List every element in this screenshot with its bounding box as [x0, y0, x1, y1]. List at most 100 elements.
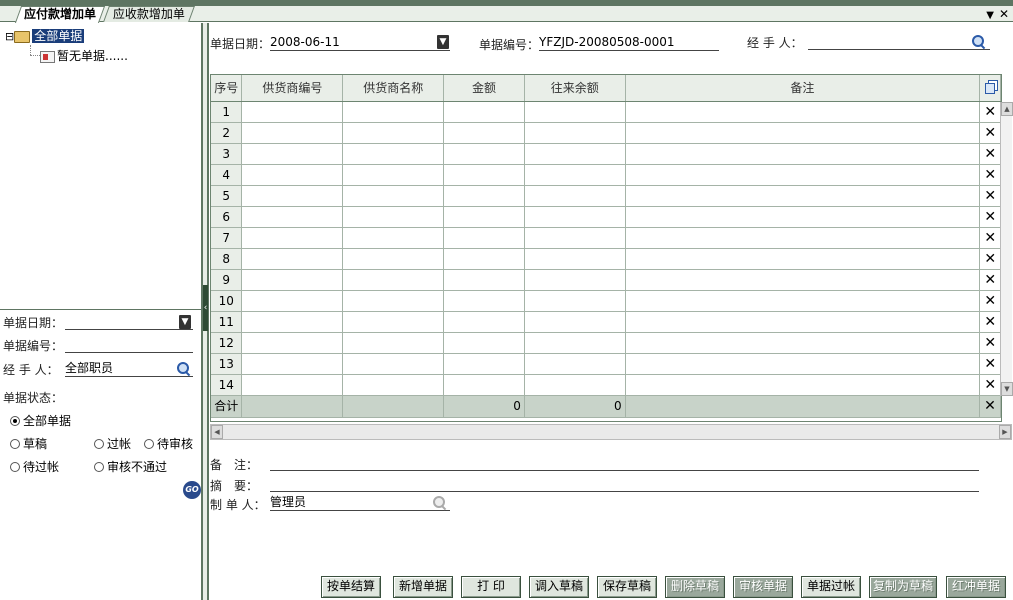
table-row[interactable]: 13 ✕ — [211, 353, 1001, 375]
action-button-8[interactable]: 复制为草稿 — [869, 576, 937, 598]
vertical-scrollbar[interactable]: ▲ ▼ — [1000, 102, 1013, 396]
action-button-3[interactable]: 调入草稿 — [529, 576, 589, 598]
cell-supplier-code[interactable] — [241, 269, 344, 291]
cell-supplier-name[interactable] — [342, 101, 445, 123]
cell-remark[interactable] — [625, 353, 981, 375]
col-supplier-name[interactable]: 供货商名称 — [342, 75, 445, 102]
status-radio-posted[interactable]: 过帐 — [94, 437, 131, 451]
tree-child[interactable]: 暂无单据...... — [40, 47, 128, 65]
cell-supplier-name[interactable] — [342, 332, 445, 354]
cell-balance[interactable] — [524, 353, 626, 375]
tree-root-label[interactable]: 全部单据 — [32, 29, 85, 43]
delete-row-icon[interactable]: ✕ — [979, 269, 1001, 291]
filter-number-input[interactable] — [65, 336, 193, 353]
cell-supplier-code[interactable] — [241, 122, 344, 144]
col-supplier-code[interactable]: 供货商编号 — [241, 75, 344, 102]
cell-balance[interactable] — [524, 227, 626, 249]
table-row[interactable]: 11 ✕ — [211, 311, 1001, 333]
action-button-0[interactable]: 按单结算 — [321, 576, 381, 598]
cell-balance[interactable] — [524, 311, 626, 333]
cell-balance[interactable] — [524, 290, 626, 312]
cell-remark[interactable] — [625, 290, 981, 312]
cell-amount[interactable] — [443, 353, 525, 375]
cell-remark[interactable] — [625, 143, 981, 165]
cell-amount[interactable] — [443, 206, 525, 228]
cell-supplier-name[interactable] — [342, 122, 445, 144]
form-handler-input[interactable] — [808, 33, 990, 50]
cell-supplier-code[interactable] — [241, 374, 344, 396]
delete-row-icon[interactable]: ✕ — [979, 248, 1001, 270]
action-button-7[interactable]: 单据过帐 — [801, 576, 861, 598]
cell-supplier-name[interactable] — [342, 269, 445, 291]
delete-row-icon[interactable]: ✕ — [979, 332, 1001, 354]
table-row[interactable]: 5 ✕ — [211, 185, 1001, 207]
cell-remark[interactable] — [625, 332, 981, 354]
table-row[interactable]: 14 ✕ — [211, 374, 1001, 396]
table-row[interactable]: 3 ✕ — [211, 143, 1001, 165]
action-button-9[interactable]: 红冲单据 — [946, 576, 1006, 598]
scroll-right-icon[interactable]: ▶ — [999, 425, 1011, 439]
table-row[interactable]: 10 ✕ — [211, 290, 1001, 312]
cell-remark[interactable] — [625, 269, 981, 291]
cell-supplier-code[interactable] — [241, 185, 344, 207]
search-icon[interactable] — [177, 362, 191, 376]
cell-balance[interactable] — [524, 164, 626, 186]
dropdown-arrow-icon[interactable]: ▼ — [437, 35, 449, 49]
cell-supplier-name[interactable] — [342, 374, 445, 396]
form-date-field[interactable]: 2008-06-11 — [270, 34, 450, 51]
status-radio-pending-review[interactable]: 待审核 — [144, 437, 193, 451]
cell-supplier-code[interactable] — [241, 164, 344, 186]
cell-balance[interactable] — [524, 332, 626, 354]
scroll-left-icon[interactable]: ◀ — [211, 425, 223, 439]
delete-row-icon[interactable]: ✕ — [979, 394, 1001, 418]
close-icon[interactable]: ✕ — [999, 7, 1009, 21]
cell-amount[interactable] — [443, 374, 525, 396]
col-amount[interactable]: 金额 — [443, 75, 525, 102]
table-row[interactable]: 8 ✕ — [211, 248, 1001, 270]
cell-balance[interactable] — [524, 101, 626, 123]
cell-remark[interactable] — [625, 374, 981, 396]
panel-splitter[interactable]: ‹ — [202, 23, 209, 600]
cell-balance[interactable] — [524, 185, 626, 207]
cell-amount[interactable] — [443, 269, 525, 291]
cell-supplier-name[interactable] — [342, 290, 445, 312]
cell-balance[interactable] — [524, 248, 626, 270]
cell-supplier-code[interactable] — [241, 311, 344, 333]
dropdown-arrow-icon[interactable]: ▼ — [179, 315, 191, 329]
table-row[interactable]: 9 ✕ — [211, 269, 1001, 291]
cell-balance[interactable] — [524, 269, 626, 291]
tab-payable-increase[interactable]: 应付款增加单 — [14, 6, 106, 23]
cell-amount[interactable] — [443, 101, 525, 123]
tree-root[interactable]: ⊟ 全部单据 — [5, 27, 85, 45]
cell-remark[interactable] — [625, 206, 981, 228]
cell-amount[interactable] — [443, 248, 525, 270]
cell-supplier-code[interactable] — [241, 290, 344, 312]
delete-row-icon[interactable]: ✕ — [979, 164, 1001, 186]
form-number-input[interactable]: YFZJD-20080508-0001 — [539, 34, 719, 51]
search-icon[interactable] — [972, 35, 986, 49]
table-row[interactable]: 12 ✕ — [211, 332, 1001, 354]
filter-handler-input[interactable]: 全部职员 — [65, 360, 193, 377]
remark-input[interactable] — [270, 454, 979, 471]
cell-supplier-code[interactable] — [241, 143, 344, 165]
delete-row-icon[interactable]: ✕ — [979, 185, 1001, 207]
table-row[interactable]: 7 ✕ — [211, 227, 1001, 249]
cell-amount[interactable] — [443, 311, 525, 333]
collapse-icon[interactable]: ⊟ — [5, 30, 14, 43]
summary-input[interactable] — [270, 475, 979, 492]
scroll-up-icon[interactable]: ▲ — [1001, 102, 1013, 116]
table-row[interactable]: 6 ✕ — [211, 206, 1001, 228]
delete-row-icon[interactable]: ✕ — [979, 290, 1001, 312]
cell-amount[interactable] — [443, 332, 525, 354]
cell-supplier-code[interactable] — [241, 248, 344, 270]
delete-row-icon[interactable]: ✕ — [979, 353, 1001, 375]
cell-supplier-code[interactable] — [241, 332, 344, 354]
scroll-down-icon[interactable]: ▼ — [1001, 382, 1013, 396]
table-row[interactable]: 4 ✕ — [211, 164, 1001, 186]
delete-row-icon[interactable]: ✕ — [979, 206, 1001, 228]
action-button-4[interactable]: 保存草稿 — [597, 576, 657, 598]
col-balance[interactable]: 往来余额 — [524, 75, 626, 102]
dropdown-menu-icon[interactable]: ▼ — [986, 10, 994, 21]
cell-amount[interactable] — [443, 290, 525, 312]
horizontal-scrollbar[interactable]: ◀ ▶ — [210, 424, 1012, 440]
